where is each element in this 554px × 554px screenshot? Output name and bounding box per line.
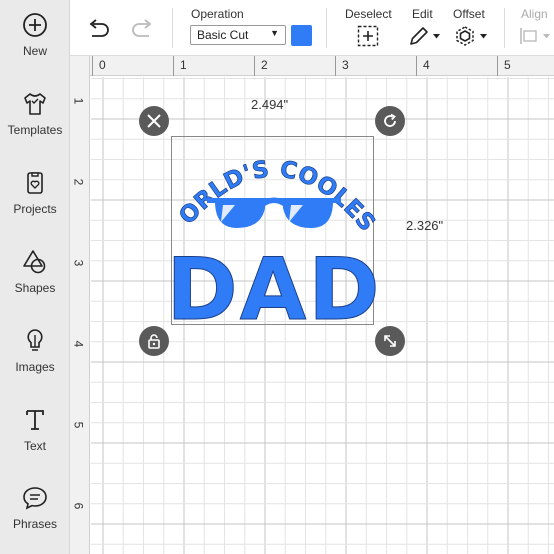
worlds-coolest-dad-design[interactable]: WORLD'S COOLEST DAD bbox=[171, 132, 377, 328]
lock-handle[interactable] bbox=[139, 326, 169, 356]
ruler-tick-label: 4 bbox=[423, 58, 430, 72]
operation-color-swatch[interactable] bbox=[291, 25, 312, 46]
delete-handle[interactable] bbox=[139, 106, 169, 136]
toolbar-divider bbox=[504, 8, 505, 48]
speech-bubble-icon bbox=[23, 487, 47, 510]
sidebar-item-templates[interactable]: Templates bbox=[0, 79, 70, 149]
toolbar-divider bbox=[172, 8, 173, 48]
sidebar-item-label: New bbox=[22, 44, 47, 58]
selection-width-label: 2.494" bbox=[251, 97, 289, 112]
arc-text-path: WORLD'S COOLEST bbox=[171, 132, 377, 237]
sidebar-item-label: Templates bbox=[7, 123, 63, 137]
resize-handle[interactable] bbox=[375, 326, 405, 356]
projects-icon bbox=[27, 172, 43, 194]
text-icon bbox=[26, 410, 44, 430]
shapes-icon bbox=[23, 250, 46, 274]
sidebar-item-label: Shapes bbox=[14, 281, 56, 295]
sidebar: New Templates Projects Shapes Images Tex… bbox=[0, 0, 70, 554]
ruler-tick bbox=[254, 56, 255, 76]
sidebar-item-shapes[interactable]: Shapes bbox=[0, 237, 70, 307]
ruler-tick bbox=[92, 56, 93, 76]
sidebar-item-label: Images bbox=[15, 360, 55, 374]
sidebar-item-label: Text bbox=[23, 439, 46, 453]
top-toolbar: Operation Basic Cut ▼ Deselect Edit Offs… bbox=[70, 0, 554, 56]
ruler-tick bbox=[497, 56, 498, 76]
ruler-tick-label: 1 bbox=[71, 97, 86, 105]
sidebar-item-label: Phrases bbox=[12, 517, 58, 531]
lock-icon bbox=[148, 334, 160, 349]
sidebar-item-images[interactable]: Images bbox=[0, 316, 70, 386]
offset-label: Offset bbox=[453, 7, 485, 21]
toolbar-divider bbox=[326, 8, 327, 48]
offset-icon[interactable] bbox=[454, 25, 490, 47]
sidebar-item-text[interactable]: Text bbox=[0, 395, 70, 465]
sidebar-item-phrases[interactable]: Phrases bbox=[0, 473, 70, 543]
sidebar-item-new[interactable]: New bbox=[0, 0, 70, 70]
ruler-tick-label: 6 bbox=[71, 502, 86, 510]
ruler-tick-label: 4 bbox=[71, 340, 86, 348]
ruler-tick bbox=[416, 56, 417, 76]
ruler-tick-label: 2 bbox=[71, 178, 86, 186]
arc-text: WORLD'S COOLEST bbox=[171, 132, 377, 237]
ruler-tick bbox=[335, 56, 336, 76]
ruler-tick-label: 3 bbox=[342, 58, 349, 72]
ruler-tick bbox=[173, 56, 174, 76]
ruler-tick-label: 5 bbox=[504, 58, 511, 72]
sidebar-item-label: Projects bbox=[13, 202, 57, 216]
sidebar-item-projects[interactable]: Projects bbox=[0, 158, 70, 228]
tshirt-icon bbox=[24, 93, 46, 115]
ruler-tick-label: 3 bbox=[71, 259, 86, 267]
operation-select[interactable]: Basic Cut ▼ bbox=[190, 25, 286, 45]
ruler-horizontal: 0 1 2 3 4 5 bbox=[70, 56, 554, 76]
resize-arrows-icon bbox=[384, 335, 396, 347]
edit-label: Edit bbox=[412, 7, 433, 21]
selection-height-label: 2.326" bbox=[406, 218, 444, 233]
plus-circle-icon bbox=[23, 13, 47, 37]
ruler-tick-label: 0 bbox=[99, 58, 106, 72]
align-label: Align bbox=[521, 7, 548, 21]
operation-label: Operation bbox=[191, 7, 244, 21]
deselect-label: Deselect bbox=[345, 7, 392, 21]
ruler-tick-label: 5 bbox=[71, 421, 86, 429]
lightbulb-icon bbox=[27, 329, 43, 351]
deselect-icon[interactable] bbox=[357, 25, 379, 47]
ruler-tick-label: 2 bbox=[261, 58, 268, 72]
dropdown-arrow-icon: ▼ bbox=[270, 28, 279, 38]
operation-value: Basic Cut bbox=[197, 28, 249, 42]
undo-icon[interactable] bbox=[87, 18, 111, 40]
ruler-vertical: 1 2 3 4 5 6 bbox=[70, 56, 90, 554]
rotate-icon bbox=[384, 113, 396, 127]
design-canvas[interactable]: 0 1 2 3 4 5 1 2 3 4 5 6 WORLD'S COOLEST DAD 2.494"… bbox=[70, 56, 554, 554]
main-text: DAD bbox=[171, 240, 377, 328]
edit-pencil-icon[interactable] bbox=[408, 25, 442, 47]
redo-icon[interactable] bbox=[130, 18, 154, 40]
align-icon bbox=[520, 28, 550, 44]
close-icon bbox=[147, 114, 161, 128]
rotate-handle[interactable] bbox=[375, 106, 405, 136]
ruler-tick-label: 1 bbox=[180, 58, 187, 72]
